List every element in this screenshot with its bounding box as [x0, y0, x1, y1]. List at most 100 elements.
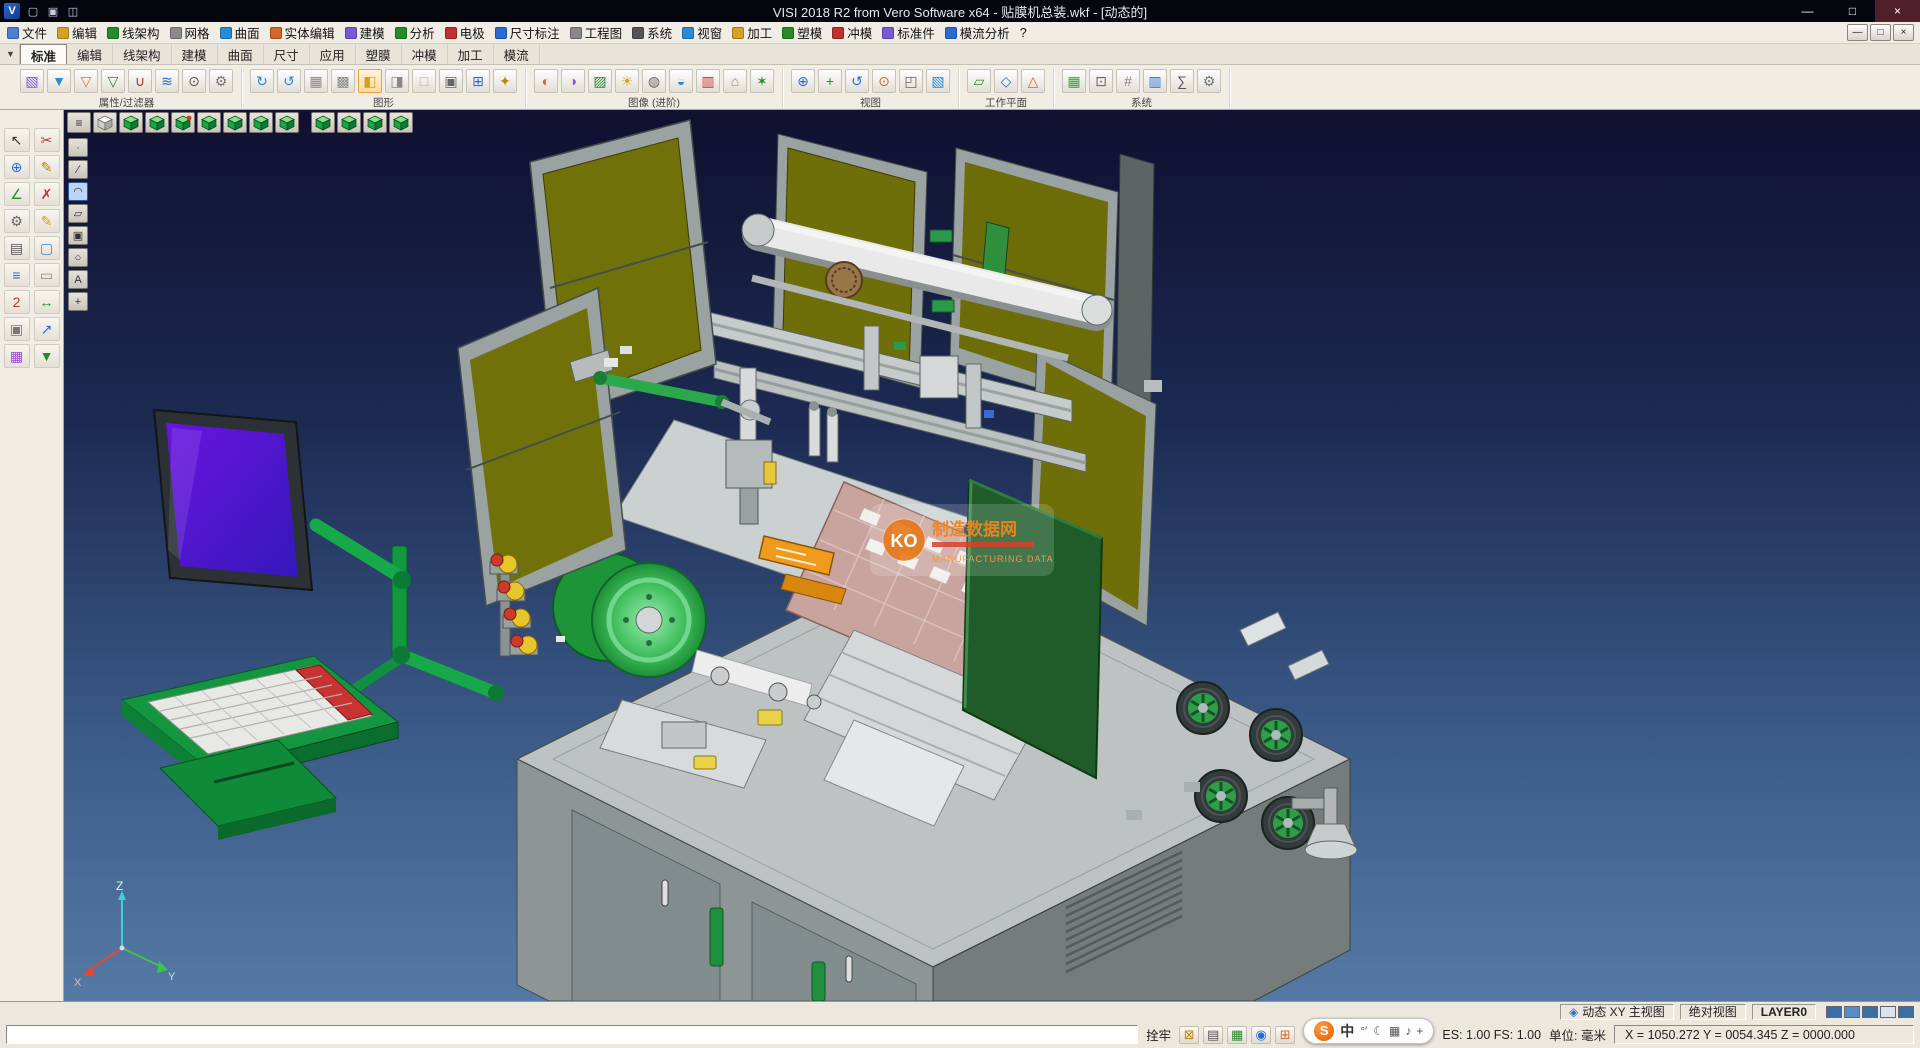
tab-dropdown-button[interactable]: ▼ — [2, 44, 20, 64]
filter-green-icon[interactable]: ▽ — [101, 69, 125, 93]
note-tool[interactable]: ▭ — [34, 263, 60, 287]
measure-tool[interactable]: ↔ — [34, 290, 60, 314]
sogou-logo-icon[interactable]: S — [1314, 1021, 1334, 1041]
sketch-tool[interactable]: ✎ — [34, 155, 60, 179]
color-swatch-1[interactable] — [1844, 1006, 1860, 1018]
tab-塑膜[interactable]: 塑膜 — [356, 44, 402, 64]
select-tool[interactable]: ↖ — [4, 128, 30, 152]
pan-icon[interactable]: + — [818, 69, 842, 93]
named-views-icon[interactable]: ▧ — [926, 69, 950, 93]
menu-item-电极[interactable]: 电极 — [440, 22, 490, 43]
grid-icon[interactable]: ⊞ — [1275, 1026, 1295, 1044]
palette-tool[interactable]: ▦ — [4, 344, 30, 368]
ime-toolbar[interactable]: S 中 °′ ☾▦♪+ — [1303, 1018, 1434, 1044]
moon-icon[interactable]: ☾ — [1373, 1024, 1384, 1038]
delete-tool[interactable]: ✗ — [34, 182, 60, 206]
viewport-3d[interactable]: ≡ ·∕◠▱▣○A+ — [64, 110, 1920, 1001]
view-right[interactable] — [275, 112, 299, 133]
color-swatch-2[interactable] — [1862, 1006, 1878, 1018]
export-tool[interactable]: ▼ — [34, 344, 60, 368]
grid-view-icon[interactable]: ⊞ — [466, 69, 490, 93]
view-mode-cell[interactable]: ◈ 动态 XY 主视图 — [1560, 1004, 1674, 1020]
menu-item-文件[interactable]: 文件 — [2, 22, 52, 43]
tab-编辑[interactable]: 编辑 — [67, 44, 113, 64]
color-grid-icon[interactable]: ▦ — [1062, 69, 1086, 93]
lighting-icon[interactable]: ☀ — [615, 69, 639, 93]
view-bottom[interactable] — [363, 112, 387, 133]
menu-item-加工[interactable]: 加工 — [727, 22, 777, 43]
view-iso-se[interactable] — [145, 112, 169, 133]
menu-item-?[interactable]: ? — [1015, 22, 1032, 43]
menu-item-线架构[interactable]: 线架构 — [102, 22, 165, 43]
menu-item-曲面[interactable]: 曲面 — [215, 22, 265, 43]
tab-模流[interactable]: 模流 — [494, 44, 540, 64]
tab-标准[interactable]: 标准 — [20, 44, 67, 64]
move-tool[interactable]: ↗ — [34, 317, 60, 341]
menu-item-标准件[interactable]: 标准件 — [877, 22, 940, 43]
lock-icon[interactable]: ⊠ — [1179, 1026, 1199, 1044]
ime-mode-indicator[interactable]: 中 — [1340, 1021, 1354, 1041]
ime-punct-indicator[interactable]: °′ — [1360, 1024, 1367, 1038]
materials-icon[interactable]: ◑ — [561, 69, 585, 93]
view-left[interactable] — [311, 112, 335, 133]
angle-tool[interactable]: ∠ — [4, 182, 30, 206]
tab-尺寸[interactable]: 尺寸 — [264, 44, 310, 64]
menu-item-模流分析[interactable]: 模流分析 — [940, 22, 1015, 43]
save-file-icon[interactable]: ◫ — [64, 2, 82, 20]
box-tool[interactable]: ▣ — [4, 317, 30, 341]
filter-text[interactable]: A — [68, 270, 88, 289]
menu-item-塑模[interactable]: 塑模 — [777, 22, 827, 43]
view-reference-cell[interactable]: 绝对视图 — [1680, 1004, 1746, 1020]
render-icon[interactable]: ◐ — [534, 69, 558, 93]
redraw-icon[interactable]: ↺ — [277, 69, 301, 93]
display-list-icon[interactable]: ≡ — [67, 112, 91, 133]
system-settings-icon[interactable]: ⊡ — [1089, 69, 1113, 93]
menu-item-实体编辑[interactable]: 实体编辑 — [265, 22, 340, 43]
wireframe-icon[interactable]: ▦ — [304, 69, 328, 93]
workplane-face-icon[interactable]: ◇ — [994, 69, 1018, 93]
menu-item-网格[interactable]: 网格 — [165, 22, 215, 43]
filter-orange-icon[interactable]: ▽ — [74, 69, 98, 93]
view-cube-shaded[interactable] — [93, 112, 117, 133]
layer-filter-icon[interactable]: ≋ — [155, 69, 179, 93]
viewport-3d-scene[interactable]: KO 制造数据网 MANUFACTURING DATA Z X Y — [64, 110, 1920, 1001]
zoom-tool[interactable]: ⊕ — [4, 155, 30, 179]
color-swatch-4[interactable] — [1898, 1006, 1914, 1018]
layer-cell[interactable]: LAYER0 — [1752, 1004, 1816, 1020]
tab-曲面[interactable]: 曲面 — [218, 44, 264, 64]
view-iso-sw[interactable] — [119, 112, 143, 133]
view-iso-nw[interactable] — [197, 112, 221, 133]
filter-points[interactable]: · — [68, 138, 88, 157]
menu-item-视窗[interactable]: 视窗 — [677, 22, 727, 43]
view-iso-ne[interactable] — [171, 112, 195, 133]
snapshot-icon[interactable]: ✦ — [493, 69, 517, 93]
menu-item-冲模[interactable]: 冲模 — [827, 22, 877, 43]
user-icon[interactable]: ◉ — [1251, 1026, 1271, 1044]
copies-tool[interactable]: 2 — [4, 290, 30, 314]
solid-view-icon[interactable]: ▣ — [439, 69, 463, 93]
view-axonometric[interactable] — [389, 112, 413, 133]
ghost-icon[interactable]: □ — [412, 69, 436, 93]
close-button[interactable]: × — [1875, 0, 1920, 22]
calc-icon[interactable]: ∑ — [1170, 69, 1194, 93]
section-icon[interactable]: ▥ — [696, 69, 720, 93]
mdi-close-button[interactable]: × — [1893, 24, 1914, 41]
tab-加工[interactable]: 加工 — [448, 44, 494, 64]
settings-tool[interactable]: ⚙ — [4, 209, 30, 233]
transparency-icon[interactable]: ◒ — [669, 69, 693, 93]
zoom-all-icon[interactable]: ⊕ — [791, 69, 815, 93]
command-input-field[interactable] — [6, 1025, 1138, 1044]
menu-item-工程图[interactable]: 工程图 — [565, 22, 628, 43]
filter-lines[interactable]: ∕ — [68, 160, 88, 179]
filter-arcs[interactable]: ◠ — [68, 182, 88, 201]
new-file-icon[interactable]: ▢ — [24, 2, 42, 20]
menu-item-分析[interactable]: 分析 — [390, 22, 440, 43]
mic-icon[interactable]: ♪ — [1405, 1024, 1411, 1038]
zoom-window-icon[interactable]: ⊙ — [872, 69, 896, 93]
properties-icon[interactable]: ▧ — [20, 69, 44, 93]
open-file-icon[interactable]: ▣ — [44, 2, 62, 20]
mdi-minimize-button[interactable]: — — [1847, 24, 1868, 41]
tab-线架构[interactable]: 线架构 — [113, 44, 172, 64]
grid-snap-icon[interactable]: # — [1116, 69, 1140, 93]
tab-建模[interactable]: 建模 — [172, 44, 218, 64]
